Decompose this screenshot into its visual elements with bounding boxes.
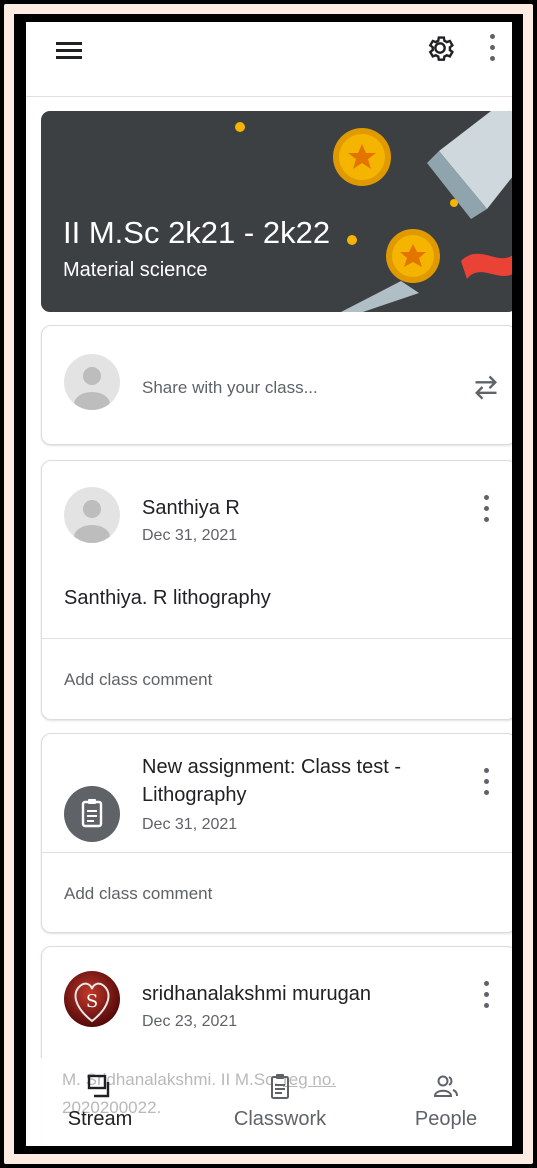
nav-stream[interactable]: Stream: [50, 1058, 150, 1146]
hamburger-menu-icon[interactable]: [56, 38, 82, 62]
post-author: Santhiya R: [142, 497, 240, 519]
assignment-date: Dec 31, 2021: [142, 816, 238, 833]
post-date: Dec 31, 2021: [142, 527, 238, 544]
assignment-icon: [64, 786, 120, 842]
post-card: Santhiya R Dec 31, 2021 Santhiya. R lith…: [41, 460, 512, 720]
nav-people-label: People: [414, 1108, 478, 1130]
nav-people[interactable]: People: [396, 1058, 496, 1146]
share-with-class-card[interactable]: Share with your class...: [41, 325, 512, 445]
people-icon: [433, 1075, 458, 1097]
nav-classwork-label: Classwork: [233, 1108, 327, 1130]
class-banner[interactable]: II M.Sc 2k21 - 2k22 Material science: [41, 111, 512, 312]
stream-icon: [87, 1074, 110, 1098]
assignment-more-options-icon[interactable]: [482, 768, 490, 798]
assignment-title-line1: New assignment: Class test -: [142, 756, 401, 778]
more-options-icon[interactable]: [488, 34, 496, 64]
post-more-options-icon[interactable]: [482, 981, 490, 1011]
assignment-divider: [42, 852, 512, 853]
post-divider: [42, 638, 512, 639]
post-more-options-icon[interactable]: [482, 495, 490, 525]
share-placeholder[interactable]: Share with your class...: [142, 378, 318, 398]
classwork-icon: [271, 1074, 289, 1099]
class-title: II M.Sc 2k21 - 2k22: [63, 215, 331, 250]
add-class-comment[interactable]: Add class comment: [64, 670, 212, 690]
nav-classwork[interactable]: Classwork: [220, 1058, 340, 1146]
user-avatar: [64, 354, 120, 410]
add-class-comment[interactable]: Add class comment: [64, 884, 212, 904]
top-app-bar: [26, 22, 512, 97]
gear-icon[interactable]: [424, 32, 456, 64]
nav-stream-label: Stream: [67, 1108, 133, 1130]
assignment-title-line2: Lithography: [142, 784, 247, 806]
post-body: Santhiya. R lithography: [64, 587, 271, 609]
post-author: sridhanalakshmi murugan: [142, 983, 372, 1005]
author-avatar: S: [64, 971, 120, 1027]
assignment-card[interactable]: New assignment: Class test - Lithography…: [41, 733, 512, 933]
app-screen: II M.Sc 2k21 - 2k22 Material science Sha…: [26, 22, 512, 1146]
post-date: Dec 23, 2021: [142, 1013, 238, 1030]
repost-icon[interactable]: [472, 370, 500, 404]
author-avatar: [64, 487, 120, 543]
class-subtitle: Material science: [63, 259, 208, 281]
bottom-navigation: M. Sridhanalakshmi. II M.Sc: reg no. 202…: [26, 1058, 512, 1146]
avatar-letter: S: [86, 991, 98, 1012]
